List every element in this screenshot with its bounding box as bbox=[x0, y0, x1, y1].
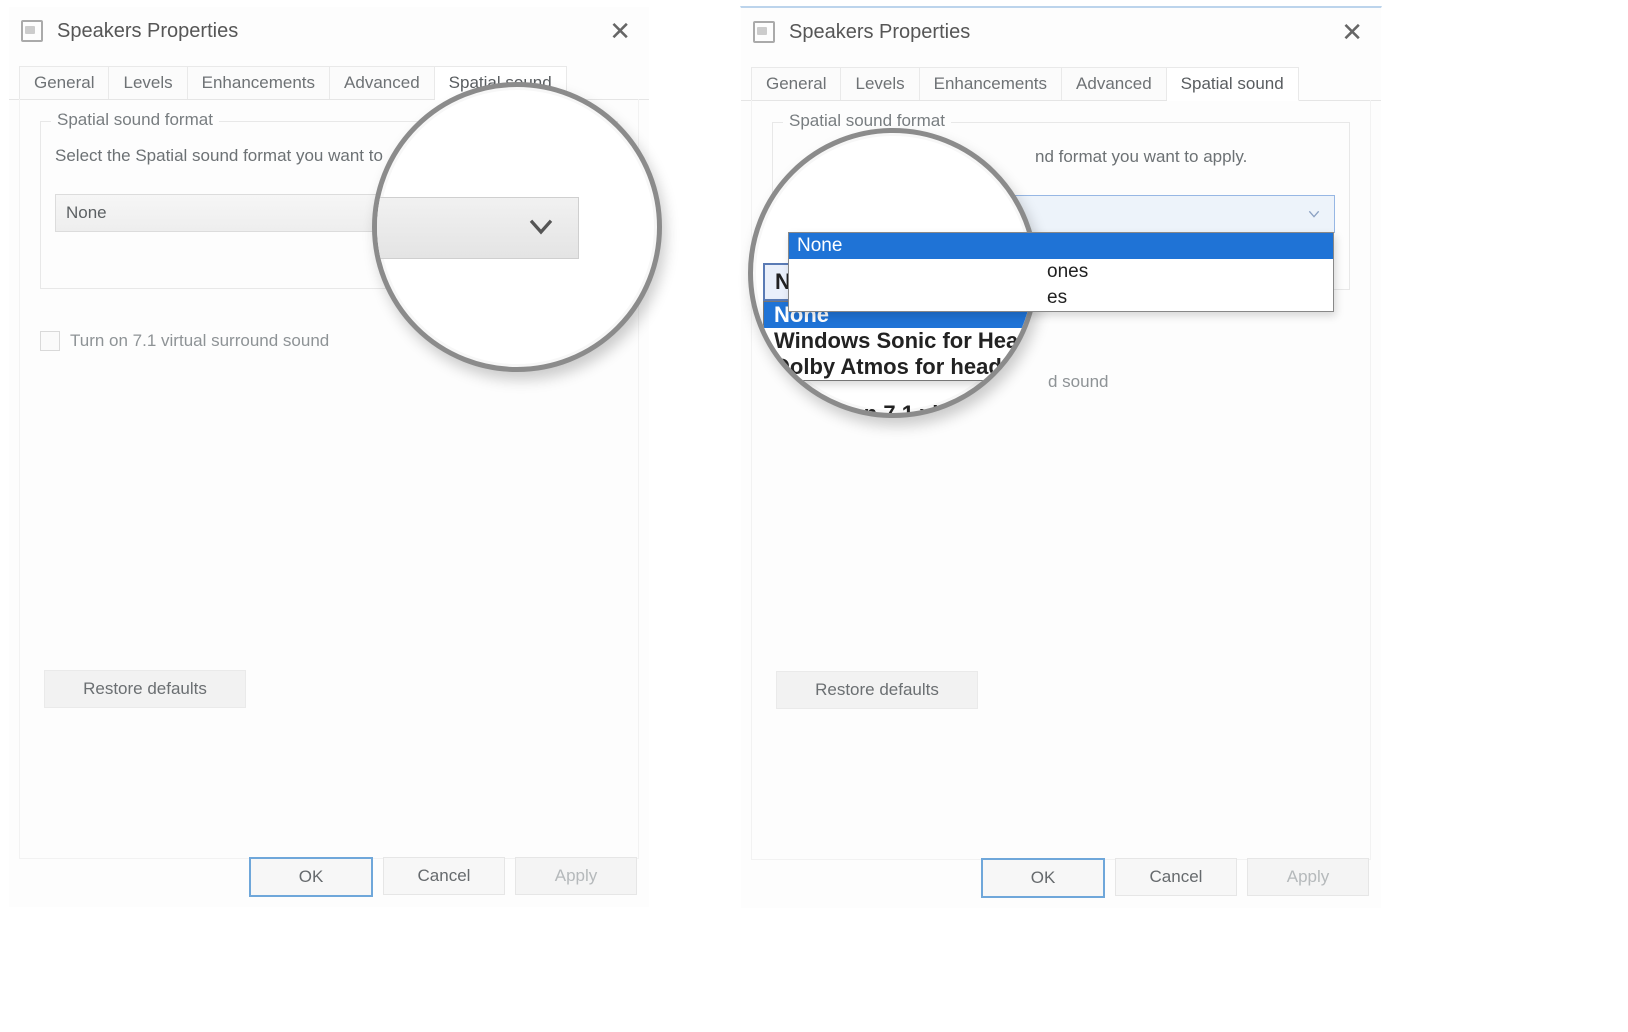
option-windows-sonic-trail[interactable]: ones bbox=[789, 259, 1333, 285]
tab-advanced[interactable]: Advanced bbox=[1062, 67, 1167, 100]
restore-defaults-button[interactable]: Restore defaults bbox=[44, 670, 246, 708]
speaker-icon bbox=[753, 21, 775, 43]
dropdown-selected-value: None bbox=[66, 203, 107, 223]
tab-enhancements[interactable]: Enhancements bbox=[188, 66, 330, 99]
magnified-options: None Windows Sonic for Head Dolby Atmos … bbox=[763, 301, 1038, 381]
ok-button[interactable]: OK bbox=[981, 858, 1105, 898]
virtual-surround-checkbox[interactable] bbox=[40, 331, 60, 351]
magnified-option-atmos: Dolby Atmos for headph bbox=[764, 354, 1038, 380]
magnified-dropdown bbox=[372, 197, 579, 259]
magnified-option-sonic: Windows Sonic for Head bbox=[764, 328, 1038, 354]
tab-levels[interactable]: Levels bbox=[109, 66, 187, 99]
cancel-button[interactable]: Cancel bbox=[1115, 858, 1237, 896]
tab-enhancements[interactable]: Enhancements bbox=[920, 67, 1062, 100]
tab-spatial-sound[interactable]: Spatial sound bbox=[1167, 67, 1299, 101]
tabs: General Levels Enhancements Advanced Spa… bbox=[741, 56, 1381, 101]
apply-button[interactable]: Apply bbox=[1247, 858, 1369, 896]
speaker-icon bbox=[21, 20, 43, 42]
titlebar: Speakers Properties ✕ bbox=[9, 7, 649, 55]
close-button[interactable]: ✕ bbox=[1331, 17, 1373, 48]
close-button[interactable]: ✕ bbox=[599, 16, 641, 47]
tab-general[interactable]: General bbox=[751, 67, 841, 100]
group-legend: Spatial sound format bbox=[783, 111, 951, 131]
ok-button[interactable]: OK bbox=[249, 857, 373, 897]
restore-defaults-button[interactable]: Restore defaults bbox=[776, 671, 978, 709]
chevron-down-icon bbox=[526, 212, 556, 247]
window-title: Speakers Properties bbox=[789, 21, 1331, 44]
option-dolby-atmos-trail[interactable]: es bbox=[789, 285, 1333, 311]
window-title: Speakers Properties bbox=[57, 20, 599, 43]
dropdown-options: None ones es bbox=[788, 232, 1334, 312]
virtual-surround-label: Turn on 7.1 virtual surround sound bbox=[70, 331, 329, 351]
option-none[interactable]: None bbox=[789, 233, 1333, 259]
virtual-surround-label-trail: d sound bbox=[1048, 372, 1109, 392]
tab-levels[interactable]: Levels bbox=[841, 67, 919, 100]
group-legend: Spatial sound format bbox=[51, 110, 219, 130]
cancel-button[interactable]: Cancel bbox=[383, 857, 505, 895]
chevron-down-icon bbox=[1306, 206, 1322, 227]
dialog-footer: OK Cancel Apply bbox=[981, 858, 1369, 898]
apply-button[interactable]: Apply bbox=[515, 857, 637, 895]
magnifier-left bbox=[372, 82, 662, 372]
dialog-footer: OK Cancel Apply bbox=[249, 857, 637, 897]
tab-general[interactable]: General bbox=[19, 66, 109, 99]
titlebar: Speakers Properties ✕ bbox=[741, 8, 1381, 56]
